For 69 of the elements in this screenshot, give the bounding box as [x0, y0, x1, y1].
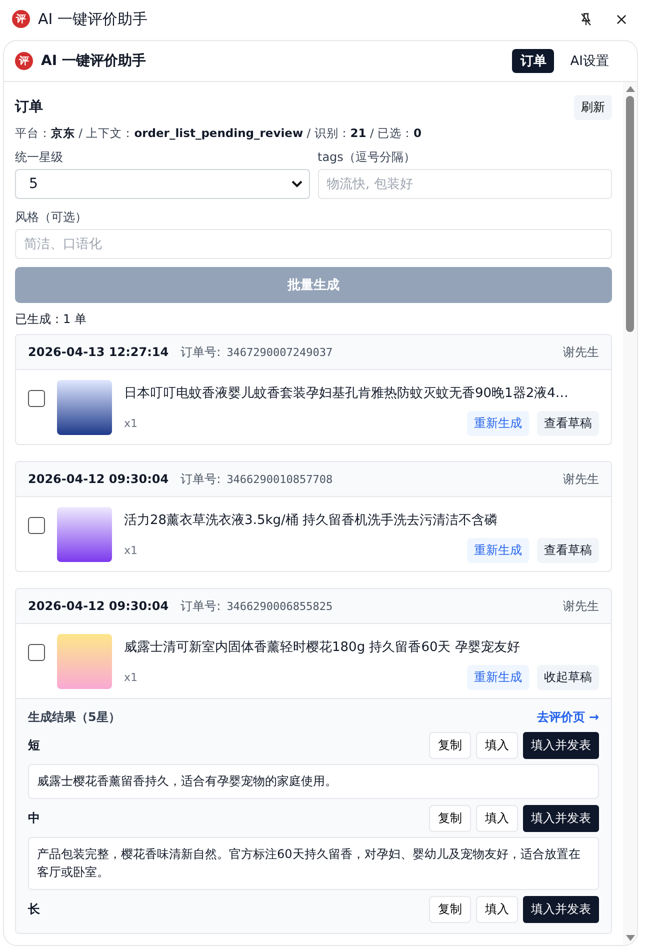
copy-button[interactable]: 复制 — [429, 732, 471, 759]
buyer-name: 谢先生 — [563, 598, 599, 614]
review-text-box[interactable]: 威露士樱花香薰留香持久，适合有孕婴宠物的家庭使用。 — [28, 764, 599, 800]
order-number: 3467290007249037 — [226, 346, 333, 358]
fill-button[interactable]: 填入 — [476, 896, 518, 924]
order-date: 2026-04-13 12:27:14 — [28, 345, 169, 359]
variant-label: 长 — [28, 901, 40, 918]
generated-count: 已生成：1 单 — [15, 311, 88, 328]
app-logo: 评 — [15, 52, 33, 70]
style-input[interactable]: 简洁、口语化 — [15, 229, 612, 259]
chevron-down-icon — [290, 180, 302, 188]
regenerate-button[interactable]: 重新生成 — [467, 538, 529, 563]
buyer-name: 谢先生 — [563, 344, 599, 360]
star-select[interactable]: 5 — [15, 169, 310, 199]
scrollbar[interactable] — [623, 82, 637, 945]
fill-button[interactable]: 填入 — [476, 805, 518, 832]
field-label: tags（逗号分隔） — [318, 149, 416, 166]
quantity: x1 — [124, 417, 138, 430]
window-title: AI 一键评价助手 — [38, 10, 148, 28]
draft-toggle-button[interactable]: 查看草稿 — [537, 411, 599, 436]
scroll-up-icon[interactable] — [626, 86, 634, 92]
fill-button[interactable]: 填入 — [476, 732, 518, 759]
order-date: 2026-04-12 09:30:04 — [28, 472, 169, 486]
refresh-button[interactable]: 刷新 — [574, 94, 612, 120]
fill-and-publish-button[interactable]: 填入并发表 — [523, 896, 599, 924]
buyer-name: 谢先生 — [563, 470, 599, 488]
regenerate-button[interactable]: 重新生成 — [467, 665, 529, 690]
fill-and-publish-button[interactable]: 填入并发表 — [523, 805, 599, 832]
product-title: 日本叮叮电蚊香液婴儿蚊香套装孕妇基孔肯雅热防蚊灭蚊无香90晚1器2液4… — [124, 385, 570, 402]
order-number: 3466290010857708 — [226, 472, 333, 486]
results-title: 生成结果（5星） — [28, 709, 120, 726]
variant-label: 中 — [28, 810, 40, 828]
order-date: 2026-04-12 09:30:04 — [28, 599, 169, 613]
tab[interactable]: 订单 — [512, 49, 554, 73]
panel-title: AI 一键评价助手 — [41, 52, 146, 70]
quantity: x1 — [124, 544, 138, 557]
draft-toggle-button[interactable]: 查看草稿 — [537, 538, 599, 563]
order-number-label: 订单号: — [180, 470, 221, 488]
field-label: 统一星级 — [15, 149, 64, 166]
tags-input[interactable]: 物流快, 包装好 — [318, 169, 612, 199]
status-text: 平台：京东 / 上下文：order_list_pending_review / 识别：21 / 已选：0 — [15, 126, 422, 141]
scroll-down-icon[interactable] — [626, 935, 634, 941]
copy-button[interactable]: 复制 — [429, 896, 471, 924]
review-text-box[interactable]: 产品包装完整，樱花香味清新自然。官方标注60天持久留香，对孕妇、婴幼儿及宠物友好，适合放置在客厅或卧室。 — [28, 837, 599, 890]
quantity: x1 — [124, 671, 138, 684]
regenerate-button[interactable]: 重新生成 — [467, 411, 529, 436]
order-checkbox[interactable] — [28, 390, 45, 407]
draft-toggle-button[interactable]: 收起草稿 — [537, 665, 599, 690]
close-icon[interactable] — [615, 12, 628, 26]
app-logo: 评 — [12, 10, 30, 28]
fill-and-publish-button[interactable]: 填入并发表 — [523, 732, 599, 759]
scroll-thumb[interactable] — [626, 96, 634, 332]
field-label: 风格（可选） — [15, 209, 88, 226]
order-number: 3466290006855825 — [226, 600, 333, 612]
order-checkbox[interactable] — [28, 517, 45, 534]
unpin-icon[interactable] — [579, 12, 593, 26]
product-title: 活力28薰衣草洗衣液3.5kg/桶 持久留香机洗手洗去污清洁不含磷 — [124, 512, 499, 529]
review-page-link[interactable]: 去评价页 → — [536, 709, 599, 726]
order-number-label: 订单号: — [180, 344, 221, 360]
tab[interactable]: AI设置 — [562, 49, 617, 73]
variant-label: 短 — [28, 737, 40, 754]
section-title: 订单 — [15, 98, 43, 116]
product-photo-placeholder — [57, 380, 112, 435]
copy-button[interactable]: 复制 — [429, 805, 471, 832]
order-number-label: 订单号: — [180, 598, 221, 614]
product-photo-placeholder — [57, 507, 112, 562]
order-checkbox[interactable] — [28, 644, 45, 661]
product-title: 威露士清可新室内固体香薰轻时樱花180g 持久留香60天 孕婴宠友好 — [124, 639, 521, 656]
product-photo-placeholder — [57, 634, 112, 689]
